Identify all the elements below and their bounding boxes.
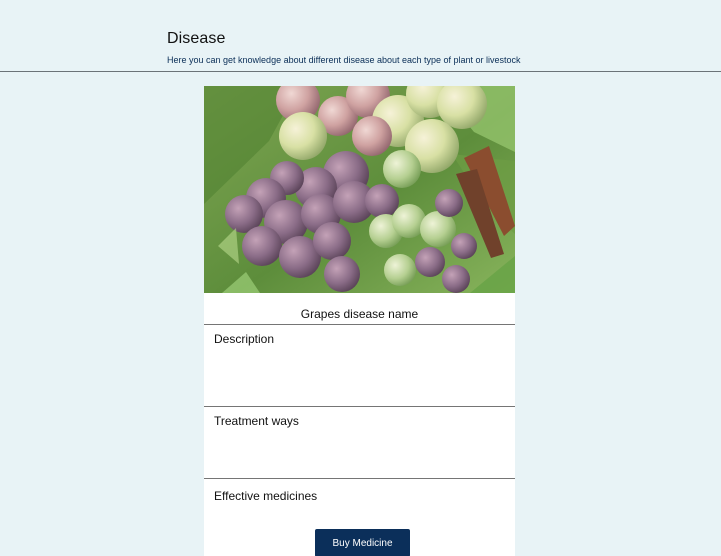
treatment-ways-label: Treatment ways xyxy=(214,414,299,428)
disease-name: Grapes disease name xyxy=(300,307,419,321)
disease-card: Grapes disease name Description Treatmen… xyxy=(204,86,515,556)
description-label: Description xyxy=(214,332,275,346)
effective-medicines-label: Effective medicines xyxy=(214,489,318,503)
section-divider xyxy=(204,406,515,407)
page-header: Disease Here you can get knowledge about… xyxy=(0,0,721,72)
buy-medicine-button[interactable]: Buy Medicine xyxy=(315,529,410,556)
section-divider xyxy=(204,324,515,325)
page: Disease Here you can get knowledge about… xyxy=(0,0,721,556)
section-divider xyxy=(204,478,515,479)
page-title: Disease xyxy=(167,30,226,47)
grapes-disease-image xyxy=(204,86,515,293)
page-subtitle: Here you can get knowledge about differe… xyxy=(167,55,521,65)
